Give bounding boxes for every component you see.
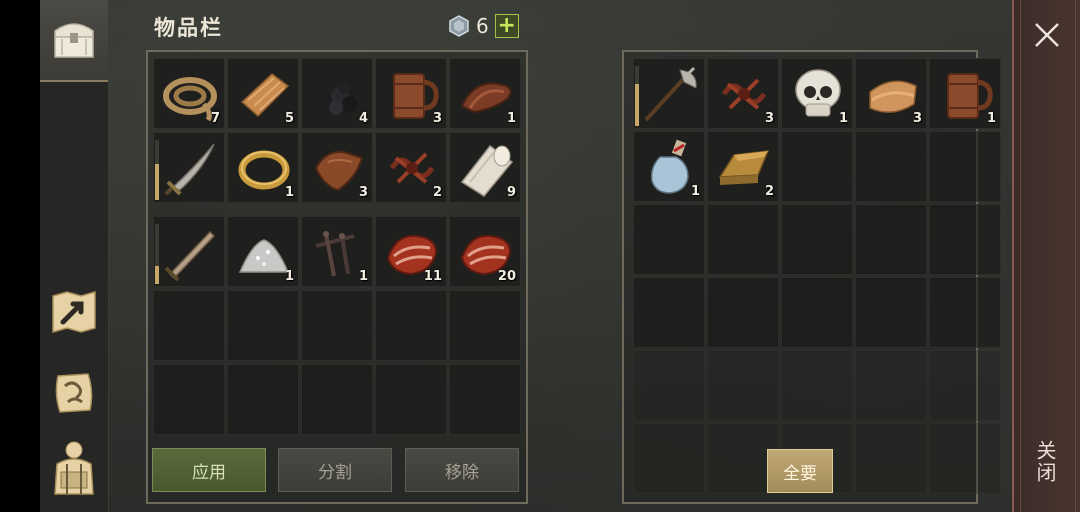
item-quantity: 1: [284, 185, 294, 200]
gem-icon: [449, 15, 469, 37]
inventory-slot-leather[interactable]: 3: [301, 132, 373, 203]
loot-slot-leather-cords[interactable]: 3: [707, 58, 779, 129]
durability-bar: [155, 224, 159, 284]
loot-slot-empty[interactable]: [781, 204, 853, 275]
backpack-character-icon[interactable]: [48, 441, 100, 495]
loot-slot-empty[interactable]: [929, 350, 1001, 421]
loot-slot-folded-cloth[interactable]: 3: [855, 58, 927, 129]
chest-icon[interactable]: [48, 12, 100, 64]
loot-slot-halberd[interactable]: [633, 58, 705, 129]
page-title: 物品栏: [154, 16, 223, 40]
inventory-slot-leather-cords[interactable]: 2: [375, 132, 447, 203]
inventory-slot-empty[interactable]: [375, 290, 447, 361]
loot-slot-empty[interactable]: [781, 277, 853, 348]
item-quantity: 3: [432, 111, 442, 126]
loot-slot-empty[interactable]: [633, 277, 705, 348]
inventory-slot-cloth[interactable]: 5: [227, 58, 299, 129]
item-quantity: 11: [423, 269, 442, 284]
durability-bar: [155, 140, 159, 200]
loot-slot-empty[interactable]: [855, 423, 927, 494]
apply-button[interactable]: 应用: [152, 448, 266, 492]
loot-slot-empty[interactable]: [633, 423, 705, 494]
scroll-quests-icon[interactable]: [48, 366, 100, 418]
inventory-slot-empty[interactable]: [449, 290, 521, 361]
loot-slot-empty[interactable]: [929, 423, 1001, 494]
item-quantity: 1: [284, 269, 294, 284]
loot-slot-empty[interactable]: [707, 204, 779, 275]
halberd-icon: [644, 66, 697, 122]
item-quantity: 3: [358, 185, 368, 200]
item-quantity: 7: [210, 111, 220, 126]
close-strip-border: [1020, 0, 1076, 512]
inventory-slot-empty[interactable]: [449, 364, 521, 435]
inventory-slot-empty[interactable]: [153, 290, 225, 361]
loot-slot-skull[interactable]: 1: [781, 58, 853, 129]
loot-slot-empty[interactable]: [855, 277, 927, 348]
inventory-slot-iron-nails[interactable]: 1: [301, 216, 373, 287]
inventory-slot-long-sword[interactable]: [153, 216, 225, 287]
loot-slot-empty[interactable]: [929, 204, 1001, 275]
inventory-slot-coal[interactable]: 4: [301, 58, 373, 129]
inventory-slot-salt-pile[interactable]: 1: [227, 216, 299, 287]
take-all-button[interactable]: 全要: [767, 449, 833, 493]
loot-slot-empty[interactable]: [929, 131, 1001, 202]
currency-amount: 6: [476, 14, 489, 38]
long-sword-icon: [164, 230, 216, 282]
add-currency-button[interactable]: +: [494, 14, 519, 38]
inventory-slot-empty[interactable]: [301, 290, 373, 361]
item-quantity: 1: [358, 269, 368, 284]
loot-slot-empty[interactable]: [707, 350, 779, 421]
inventory-slot-sabre[interactable]: [153, 132, 225, 203]
inventory-slot-leather-strap[interactable]: 1: [449, 58, 521, 129]
item-quantity: 9: [506, 185, 516, 200]
item-quantity: 5: [284, 111, 294, 126]
sabre-icon: [164, 143, 215, 196]
loot-slot-empty[interactable]: [855, 204, 927, 275]
inventory-slot-empty[interactable]: [227, 290, 299, 361]
inventory-slot-empty[interactable]: [375, 364, 447, 435]
loot-slot-gold-ingot[interactable]: 2: [707, 131, 779, 202]
inventory-slot-linen-roll[interactable]: 9: [449, 132, 521, 203]
item-quantity: 20: [497, 269, 516, 284]
loot-slot-wooden-mug[interactable]: 1: [929, 58, 1001, 129]
split-button[interactable]: 分割: [278, 448, 392, 492]
inventory-slot-empty[interactable]: [227, 364, 299, 435]
item-quantity: 1: [986, 111, 996, 126]
close-button-label[interactable]: 关闭: [1032, 440, 1060, 484]
inventory-slot-wooden-mug[interactable]: 3: [375, 58, 447, 129]
crafting-map-icon[interactable]: [48, 286, 100, 338]
inventory-slot-empty[interactable]: [153, 364, 225, 435]
item-quantity: 2: [764, 184, 774, 199]
remove-button[interactable]: 移除: [405, 448, 519, 492]
inventory-slot-raw-meat[interactable]: 20: [449, 216, 521, 287]
screen-edge: [0, 0, 40, 512]
loot-slot-empty[interactable]: [855, 350, 927, 421]
inventory-slot-rope[interactable]: 7: [153, 58, 225, 129]
item-quantity: 1: [690, 184, 700, 199]
item-quantity: 1: [506, 111, 516, 126]
item-quantity: 4: [358, 111, 368, 126]
inventory-slot-gold-ring[interactable]: 1: [227, 132, 299, 203]
inventory-slot-empty[interactable]: [301, 364, 373, 435]
item-quantity: 2: [432, 185, 442, 200]
loot-slot-potion-flask[interactable]: 1: [633, 131, 705, 202]
item-quantity: 3: [912, 111, 922, 126]
currency: 6 +: [448, 14, 519, 38]
item-quantity: 3: [764, 111, 774, 126]
item-quantity: 1: [838, 111, 848, 126]
loot-slot-empty[interactable]: [633, 204, 705, 275]
loot-slot-empty[interactable]: [707, 277, 779, 348]
loot-slot-empty[interactable]: [855, 131, 927, 202]
loot-slot-empty[interactable]: [781, 350, 853, 421]
loot-slot-empty[interactable]: [781, 131, 853, 202]
inventory-slot-raw-meat[interactable]: 11: [375, 216, 447, 287]
durability-bar: [635, 66, 639, 126]
loot-slot-empty[interactable]: [929, 277, 1001, 348]
close-icon[interactable]: [1030, 18, 1064, 52]
loot-slot-empty[interactable]: [633, 350, 705, 421]
